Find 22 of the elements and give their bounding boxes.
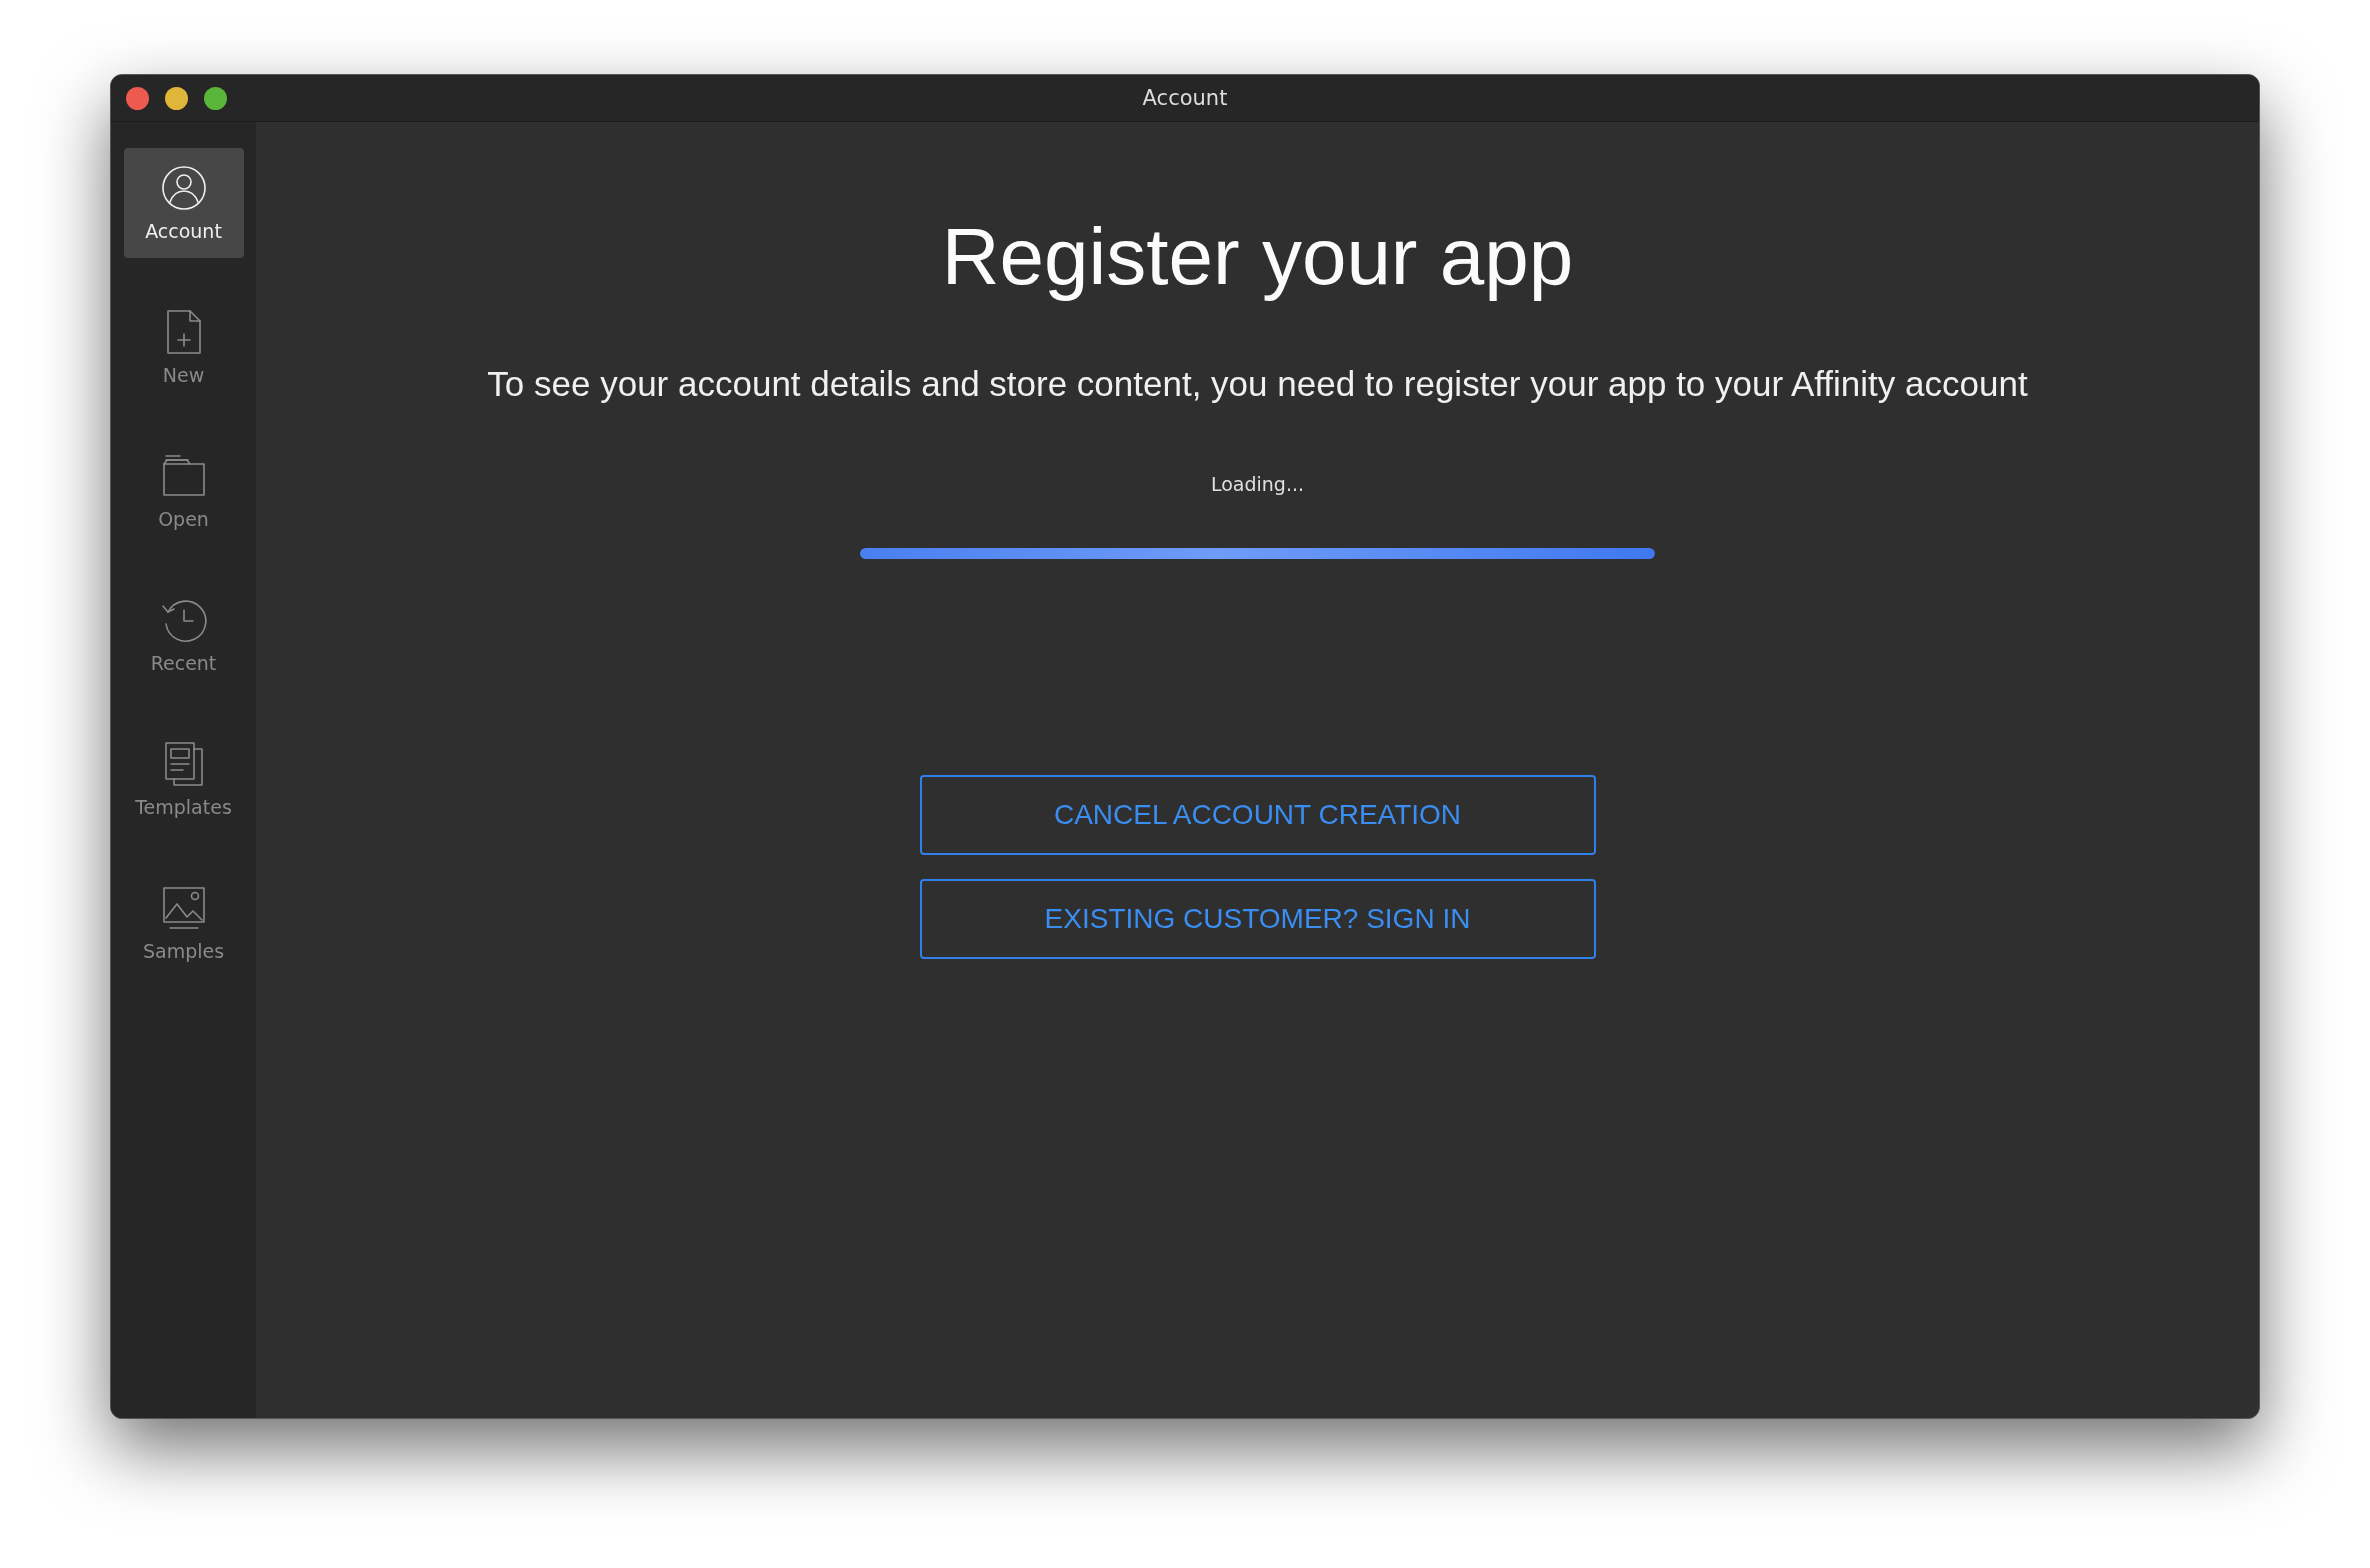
sidebar-label: Open bbox=[158, 508, 209, 530]
minimize-button[interactable] bbox=[165, 87, 188, 110]
sidebar-label: Samples bbox=[142, 940, 225, 962]
sidebar-item[interactable]: Recent bbox=[123, 580, 244, 690]
sidebar-item[interactable]: New bbox=[123, 292, 244, 402]
description-text: To see your account details and store content, you need to register your app to your Affinity account bbox=[487, 363, 2028, 405]
outline-button[interactable]: CANCEL ACCOUNT CREATION bbox=[919, 775, 1596, 855]
zoom-button[interactable] bbox=[204, 87, 227, 110]
outline-button[interactable]: EXISTING CUSTOMER? SIGN IN bbox=[919, 879, 1596, 959]
sidebar-item[interactable]: Samples bbox=[123, 868, 244, 978]
sidebar-label: Templates bbox=[135, 796, 232, 818]
window-title: Account bbox=[1142, 86, 1228, 110]
sidebar-item[interactable]: Account bbox=[123, 148, 244, 258]
close-button[interactable] bbox=[126, 87, 149, 110]
sidebar-label: Account bbox=[145, 220, 222, 242]
sidebar-label: New bbox=[162, 364, 205, 386]
loading-text: Loading... bbox=[1210, 472, 1305, 496]
sidebar-item[interactable]: Open bbox=[123, 436, 244, 546]
person-circle-icon bbox=[159, 164, 208, 212]
sidebar-item[interactable]: Templates bbox=[123, 724, 244, 834]
sidebar-label: Recent bbox=[150, 652, 217, 674]
page-heading: Register your app bbox=[941, 211, 1574, 303]
